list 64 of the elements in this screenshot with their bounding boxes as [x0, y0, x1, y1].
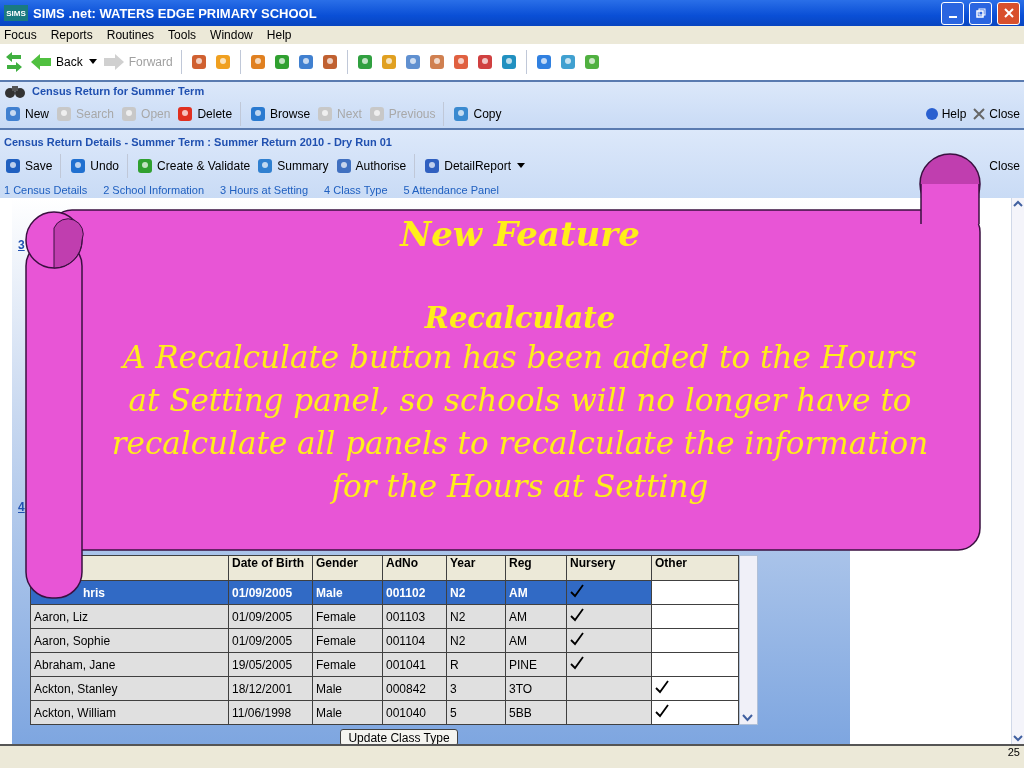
table-cell: Ackton, Stanley [30, 676, 229, 701]
minimize-button[interactable] [941, 1, 964, 25]
back-arrow-icon [30, 53, 52, 71]
banner-heading: New Feature [400, 214, 640, 254]
column-header[interactable]: Reg [505, 555, 567, 581]
caret-icon[interactable] [516, 163, 525, 169]
column-header[interactable]: AdNo [382, 555, 447, 581]
column-header[interactable]: Other [651, 555, 739, 581]
column-header[interactable]: Date of Birth [228, 555, 313, 581]
toolbar-button[interactable]: DetailReport [423, 157, 511, 175]
forward-arrow-icon [102, 53, 125, 71]
menu-item[interactable]: Reports [50, 28, 93, 42]
toolbar-button[interactable]: Undo [69, 157, 120, 175]
panel-link[interactable]: 4 Class Type [324, 184, 388, 196]
scrollbar[interactable] [1011, 198, 1024, 744]
close-icon [972, 107, 987, 121]
menu-item[interactable]: Window [210, 28, 253, 42]
close-button[interactable]: Close [972, 107, 1020, 121]
panel-link[interactable]: 1 Census Details [4, 184, 88, 196]
table-cell: Aaron, Sophie [30, 628, 229, 653]
help-button[interactable]: Help [924, 107, 967, 121]
column-header[interactable]: Year [446, 555, 506, 581]
app-icon: SIMS [4, 5, 28, 21]
section-title: Census Return for Summer Term [32, 85, 205, 97]
column-header[interactable]: Gender [312, 555, 383, 581]
restore-button[interactable] [969, 1, 992, 25]
table-cell: Ackton, William [30, 700, 229, 725]
panel-link[interactable]: 5 Attendance Panel [403, 184, 499, 196]
toolbar-button[interactable]: Save [4, 157, 53, 175]
toolbar-button[interactable]: Delete [176, 105, 233, 123]
toolbar-button[interactable]: Summary [256, 157, 329, 175]
menu-item[interactable]: Focus [4, 28, 37, 42]
update-button[interactable]: Update Class Type [340, 729, 458, 744]
menu-item[interactable]: Help [266, 28, 292, 42]
column-header[interactable]: Nursery [566, 555, 652, 581]
close-button[interactable] [997, 1, 1020, 25]
toolbar-button[interactable]: Authorise [334, 157, 407, 175]
page-number: 25 [1007, 746, 1020, 760]
help-icon [924, 107, 939, 121]
table-cell: Aaron, Liz [30, 604, 229, 629]
panel-link[interactable]: 3 Hours at Setting [220, 184, 309, 196]
panel-link[interactable]: 2 School Information [103, 184, 205, 196]
table-cell: Abraham, Jane [30, 652, 229, 677]
close-icon [1003, 8, 1014, 18]
restore-icon [975, 8, 986, 18]
refresh-arrows-icon[interactable] [4, 51, 24, 73]
toolbar-button[interactable]: Create & Validate [136, 157, 251, 175]
back-button[interactable]: Back [30, 53, 83, 71]
scroll-down-icon[interactable] [1012, 732, 1024, 744]
caret-icon[interactable] [88, 59, 97, 65]
minimize-icon [948, 16, 957, 18]
menu-item[interactable]: Routines [106, 28, 155, 42]
close-button[interactable]: Close [989, 159, 1020, 173]
banner-subheading: Recalculate [424, 300, 616, 336]
toolbar-button[interactable]: Browse [249, 105, 311, 123]
toolbar-button[interactable]: New [4, 105, 49, 123]
banner-text: A Recalculate button has been added to the Hours at Setting panel, so schools will no longer have to recalculate all panels to recalculate the information for the Hours at Setting [110, 338, 930, 506]
toolbar-button[interactable]: Copy [452, 105, 502, 123]
panel-title: Census Return Details - Summer Term : Summer Return 2010 - Dry Run 01 [4, 136, 392, 148]
section-link[interactable]: 4 [18, 500, 25, 514]
scrollbar[interactable] [739, 555, 758, 725]
menu-item[interactable]: Tools [168, 28, 197, 42]
section-link[interactable]: 3 [18, 238, 25, 252]
window-title: SIMS .net: WATERS EDGE PRIMARY SCHOOL [33, 5, 318, 21]
